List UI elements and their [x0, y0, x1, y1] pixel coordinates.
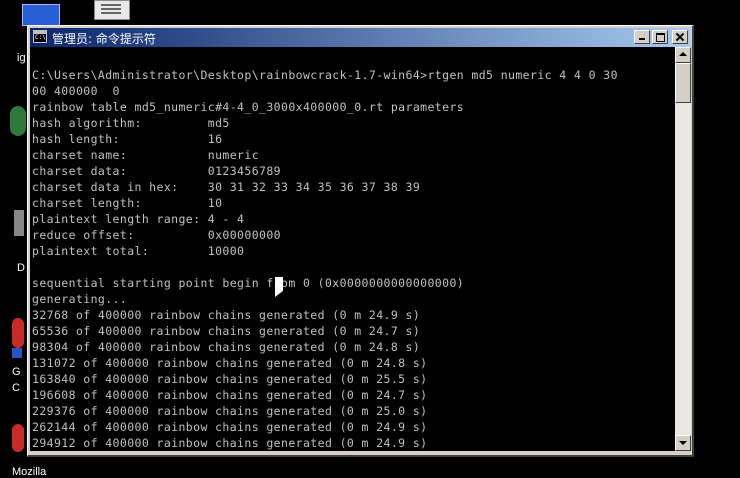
console-line: 163840 of 400000 rainbow chains generate…	[32, 372, 428, 386]
console-line: sequential starting point begin from 0 (…	[32, 276, 465, 290]
console-line: generating...	[32, 292, 128, 306]
minimize-button[interactable]	[634, 30, 650, 44]
console-line: 131072 of 400000 rainbow chains generate…	[32, 356, 428, 370]
maximize-button[interactable]	[652, 30, 668, 44]
desktop-icon-computer[interactable]	[22, 4, 60, 26]
desktop-label-fragment: C	[12, 382, 20, 394]
console-line: plaintext total: 10000	[32, 244, 245, 258]
console-line: 65536 of 400000 rainbow chains generated…	[32, 324, 421, 338]
console-line: hash length: 16	[32, 132, 223, 146]
desktop-label-mozilla[interactable]: Mozilla	[12, 466, 46, 478]
scroll-thumb[interactable]	[675, 63, 691, 103]
console-line: charset data in hex: 30 31 32 33 34 35 3…	[32, 180, 421, 194]
console-line: charset length: 10	[32, 196, 223, 210]
console-icon[interactable]	[33, 30, 47, 43]
title-bar[interactable]: 管理员: 命令提示符	[30, 28, 690, 47]
scroll-down-button[interactable]	[675, 435, 691, 451]
console-line: 294912 of 400000 rainbow chains generate…	[32, 436, 428, 450]
console-line: 262144 of 400000 rainbow chains generate…	[32, 420, 428, 434]
console-output[interactable]: C:\Users\Administrator\Desktop\rainbowcr…	[30, 47, 675, 451]
console-line: C:\Users\Administrator\Desktop\rainbowcr…	[32, 68, 618, 82]
console-line: 229376 of 400000 rainbow chains generate…	[32, 404, 428, 418]
desktop-icon-document[interactable]	[94, 0, 130, 20]
console-line: charset data: 0123456789	[32, 164, 282, 178]
close-button[interactable]	[672, 30, 688, 44]
console-line: charset name: numeric	[32, 148, 260, 162]
console-line: 98304 of 400000 rainbow chains generated…	[32, 340, 421, 354]
scroll-up-button[interactable]	[675, 47, 691, 63]
console-line: reduce offset: 0x00000000	[32, 228, 282, 242]
console-line: 196608 of 400000 rainbow chains generate…	[32, 388, 428, 402]
desktop-icon-mozilla[interactable]	[12, 424, 24, 452]
desktop-icon-app-red[interactable]	[12, 318, 24, 348]
desktop-label-fragment: D	[17, 262, 25, 274]
console-line: 32768 of 400000 rainbow chains generated…	[32, 308, 421, 322]
command-prompt-window[interactable]: 管理员: 命令提示符 C:\Users\Administrator\Deskto…	[27, 25, 694, 457]
desktop-icon-network[interactable]	[10, 106, 26, 136]
console-line: rainbow table md5_numeric#4-4_0_3000x400…	[32, 100, 465, 114]
desktop-label-fragment: G	[12, 366, 21, 378]
vertical-scrollbar[interactable]	[675, 47, 691, 451]
desktop-label-fragment: ig	[17, 52, 26, 64]
console-line: plaintext length range: 4 - 4	[32, 212, 245, 226]
console-lines: C:\Users\Administrator\Desktop\rainbowcr…	[32, 67, 618, 451]
window-title: 管理员: 命令提示符	[52, 32, 156, 46]
console-line: 00 400000 0	[32, 84, 120, 98]
console-line: hash algorithm: md5	[32, 116, 230, 130]
desktop-icon-pc[interactable]	[14, 210, 24, 236]
desktop-icon-shortcut[interactable]	[12, 348, 22, 358]
